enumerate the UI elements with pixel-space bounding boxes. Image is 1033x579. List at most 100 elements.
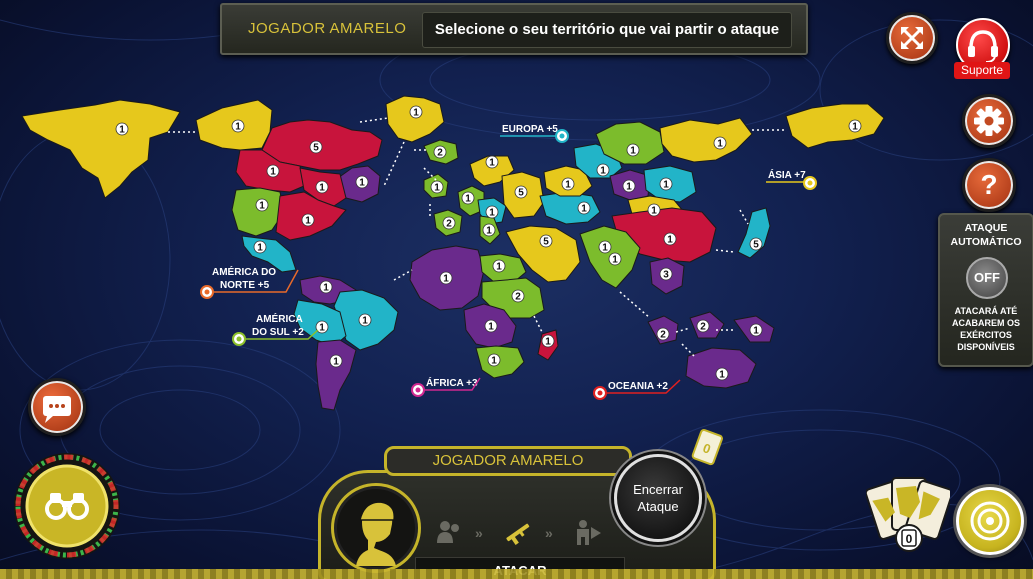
army-count-siberia: 1	[626, 143, 640, 157]
army-number: 2	[700, 322, 706, 333]
army-number: 1	[119, 125, 125, 136]
panel-player-name: JOGADOR AMARELO	[432, 452, 584, 469]
support-button[interactable]: Suporte	[954, 18, 1010, 80]
army-count-alemanha: 1	[485, 205, 499, 219]
army-number: 5	[753, 240, 759, 251]
army-number: 1	[663, 180, 669, 191]
gear-icon	[974, 106, 1004, 136]
army-count-aral: 1	[577, 201, 591, 215]
bottom-border-strip	[0, 569, 1033, 579]
svg-text:ÁSIA +7: ÁSIA +7	[768, 168, 806, 181]
card-count-small: 0	[688, 428, 726, 468]
army-count-africa-sul: 1	[487, 353, 501, 367]
instruction-text: Selecione o seu território que vai parti…	[434, 21, 780, 38]
chat-button[interactable]	[28, 378, 86, 436]
army-number: 3	[663, 270, 669, 281]
army-number: 1	[486, 226, 492, 237]
auto-attack-title: ATAQUE AUTOMÁTICO	[950, 222, 1022, 248]
army-count-tchita: 1	[659, 177, 673, 191]
svg-text:AMÉRICA: AMÉRICA	[256, 312, 303, 325]
expand-arrows-icon	[901, 27, 923, 49]
army-count-colombia: 1	[319, 280, 333, 294]
instruction-box: Selecione o seu território que vai parti…	[422, 12, 792, 48]
army-count-argentina: 1	[329, 354, 343, 368]
army-number: 2	[660, 330, 666, 341]
army-count-sudao: 2	[511, 289, 525, 303]
svg-text:DO SUL +2: DO SUL +2	[252, 327, 304, 338]
territory-cards-button[interactable]: 0	[864, 474, 954, 554]
svg-text:ÁFRICA +3: ÁFRICA +3	[426, 376, 478, 389]
army-count-japao: 5	[749, 237, 763, 251]
turn-banner: JOGADOR AMARELO Selecione o seu territór…	[220, 3, 808, 55]
territory-groenlandia[interactable]	[385, 95, 445, 143]
army-number: 1	[323, 283, 329, 294]
territory-aral[interactable]	[539, 191, 601, 225]
army-count-alaska: 1	[115, 122, 129, 136]
army-count-peru: 1	[315, 320, 329, 334]
territory-alaska[interactable]	[21, 99, 181, 199]
end-attack-label-1: Encerrar	[633, 482, 683, 497]
support-label: Suporte	[954, 62, 1010, 79]
svg-text:0: 0	[906, 532, 913, 546]
army-number: 1	[235, 122, 241, 133]
army-number: 1	[581, 204, 587, 215]
army-count-inglaterra: 1	[430, 180, 444, 194]
army-number: 1	[489, 158, 495, 169]
army-number: 5	[313, 143, 319, 154]
army-count-dudinka: 1	[622, 179, 636, 193]
army-number: 1	[602, 243, 608, 254]
army-count-suecia: 1	[485, 155, 499, 169]
rifle-icon	[506, 523, 530, 545]
army-number: 1	[565, 180, 571, 191]
army-number: 1	[491, 356, 497, 367]
continent-label-asia: ÁSIA +7	[766, 168, 817, 190]
chat-bubbles-icon	[43, 396, 71, 423]
auto-attack-toggle[interactable]: OFF	[966, 257, 1008, 299]
turn-panel: » » ATACAR JOGADOR AMARELO Encerrar	[314, 446, 716, 579]
army-count-congo: 1	[484, 319, 498, 333]
army-count-china: 1	[663, 232, 677, 246]
army-count-vietna: 3	[659, 267, 673, 281]
army-count-mongolia: 1	[647, 203, 661, 217]
army-count-nova-york: 1	[301, 213, 315, 227]
territory-kamchatka[interactable]	[785, 103, 885, 149]
army-count-sumatra: 2	[656, 327, 670, 341]
army-count-brasil: 1	[358, 313, 372, 327]
continent-label-oceania: OCEANIA +2	[593, 379, 681, 400]
army-count-polonia: 5	[514, 185, 528, 199]
objective-button[interactable]	[956, 487, 1024, 555]
fullscreen-button[interactable]	[886, 12, 938, 64]
army-number: 1	[719, 370, 725, 381]
army-count-islandia: 2	[433, 145, 447, 159]
svg-text:NORTE +5: NORTE +5	[220, 280, 270, 291]
army-count-ottawa: 5	[309, 140, 323, 154]
auto-attack-description: ATACARÁ ATÉ ACABAREM OS EXÉRCITOS DISPON…	[951, 306, 1020, 352]
help-button[interactable]: ?	[962, 158, 1016, 212]
army-number: 1	[753, 326, 759, 337]
territory-vladivostok[interactable]	[659, 117, 753, 163]
army-number: 1	[443, 274, 449, 285]
army-count-portugal: 2	[442, 216, 456, 230]
game-board: 1 1 1 5 1 1 1 1 1 1 1 1 1 1 2 1 2 1 1 1 5 1 1 1 1 2 1 1 1 5 1 1 1 1 1 1 1 1 1 3…	[0, 0, 1033, 579]
army-count-vancouver: 1	[266, 164, 280, 178]
army-count-moscou: 1	[561, 177, 575, 191]
army-number: 1	[489, 208, 495, 219]
army-count-australia: 1	[715, 367, 729, 381]
army-count-madagascar: 1	[541, 334, 555, 348]
army-number: 1	[270, 167, 276, 178]
army-count-omsk: 1	[596, 163, 610, 177]
army-count-kamchatka: 1	[848, 119, 862, 133]
army-count-borneo: 2	[696, 319, 710, 333]
svg-text:OCEANIA +2: OCEANIA +2	[608, 381, 668, 392]
territory-argentina[interactable]	[315, 339, 357, 411]
settings-button[interactable]	[962, 94, 1016, 148]
army-count-nova-guine: 1	[749, 323, 763, 337]
phase-indicators: » »	[437, 520, 601, 545]
army-number: 1	[465, 194, 471, 205]
army-count-india: 1	[608, 252, 622, 266]
army-number: 1	[496, 262, 502, 273]
binoculars-button[interactable]	[12, 451, 122, 561]
end-attack-label-2: Ataque	[637, 499, 679, 514]
army-number: 1	[612, 255, 618, 266]
target-icon	[970, 501, 1010, 541]
